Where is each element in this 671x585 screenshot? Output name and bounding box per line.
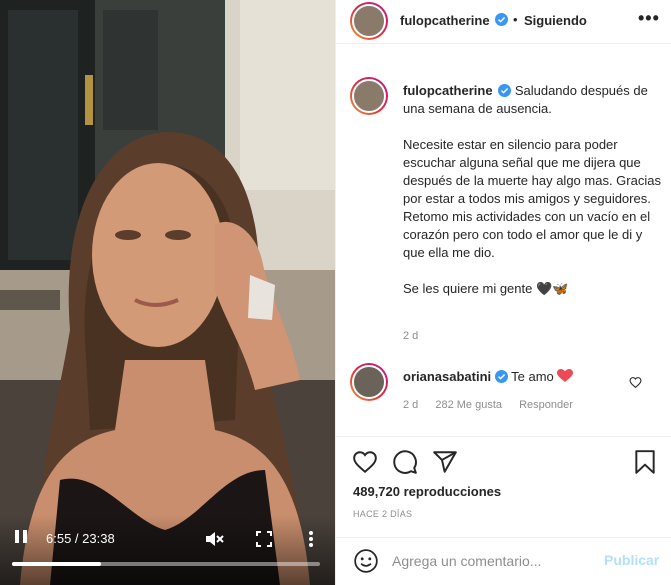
caption-author-avatar[interactable] [350, 77, 388, 115]
view-count[interactable]: 489,720 reproducciones [353, 484, 501, 499]
video-player[interactable]: 6:55 / 23:38 [0, 0, 335, 585]
mute-icon [206, 532, 224, 546]
red-heart-emoji-icon [557, 369, 574, 382]
verified-badge-icon [498, 84, 512, 97]
video-more-button[interactable] [304, 529, 318, 549]
comment-input[interactable] [392, 550, 592, 572]
pause-icon [13, 530, 29, 548]
comment-like-heart-icon[interactable] [629, 376, 642, 389]
post-actions: 489,720 reproducciones HACE 2 DÍAS Publi… [336, 436, 671, 585]
author-avatar[interactable] [350, 2, 388, 40]
video-frame [0, 0, 335, 585]
reply-button[interactable]: Responder [519, 399, 573, 411]
verified-badge-icon [494, 370, 508, 383]
comment: orianasabatini Te amo [403, 369, 574, 384]
commenter-avatar[interactable] [350, 363, 388, 401]
verified-badge-icon [495, 13, 508, 26]
comment-timestamp[interactable]: 2 d [403, 399, 418, 411]
header-separator: • [513, 12, 518, 27]
comment-composer: Publicar [336, 537, 671, 585]
posted-ago[interactable]: HACE 2 DÍAS [353, 509, 412, 519]
more-vertical-icon [309, 531, 313, 547]
video-time: 6:55 / 23:38 [46, 531, 115, 546]
following-button[interactable]: Siguiendo [524, 13, 587, 28]
comment-likes[interactable]: 282 Me gusta [435, 399, 502, 411]
comment-icon[interactable] [392, 449, 418, 475]
more-horizontal-icon[interactable]: ••• [638, 8, 660, 29]
fullscreen-icon [256, 531, 272, 547]
video-controls-overlay [0, 515, 335, 585]
comment-text: Te amo [511, 369, 554, 384]
caption-username[interactable]: fulopcatherine [403, 83, 493, 98]
caption-paragraph-2: Necesite estar en silencio para poder es… [403, 137, 661, 260]
post-caption: fulopcatherine Saludando después de una … [403, 82, 663, 298]
share-icon[interactable] [432, 449, 458, 475]
post-header: fulopcatherine • Siguiendo ••• [336, 0, 671, 44]
fullscreen-button[interactable] [255, 530, 273, 548]
video-progress-fill [12, 562, 102, 566]
post-panel: fulopcatherine • Siguiendo ••• fulopcath… [335, 0, 671, 585]
emoji-icon[interactable] [353, 548, 379, 574]
caption-timestamp[interactable]: 2 d [403, 330, 418, 342]
comment-meta: 2 d 282 Me gusta Responder [403, 399, 587, 411]
author-username[interactable]: fulopcatherine [400, 13, 490, 28]
mute-button[interactable] [204, 529, 224, 549]
pause-button[interactable] [12, 530, 30, 548]
publish-button[interactable]: Publicar [604, 552, 659, 568]
comment-username[interactable]: orianasabatini [403, 369, 491, 384]
bookmark-icon[interactable] [632, 449, 658, 475]
caption-paragraph-3: Se les quiere mi gente [403, 281, 533, 296]
heart-icon[interactable] [352, 449, 378, 475]
video-progress-bar[interactable] [12, 562, 320, 566]
caption-emoji: 🖤🦋 [535, 281, 569, 296]
